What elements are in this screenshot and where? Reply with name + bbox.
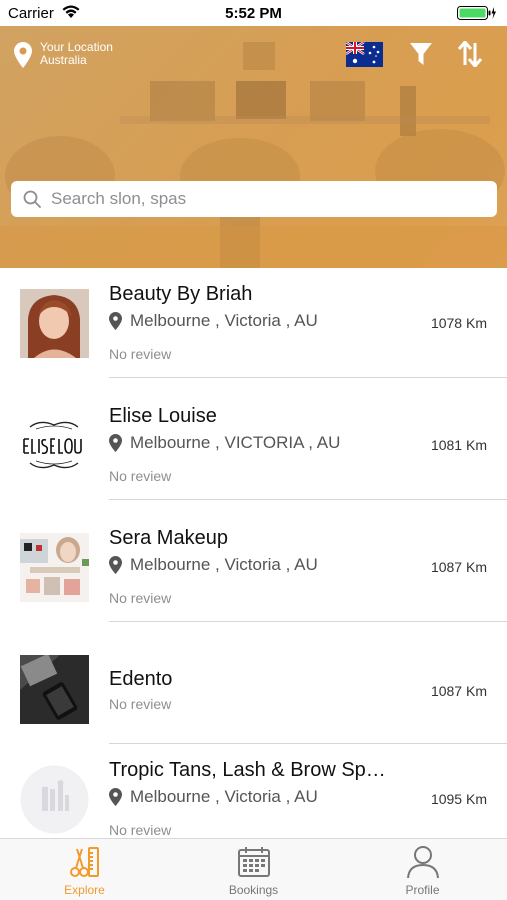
filter-icon[interactable]: [410, 42, 432, 66]
salon-distance: 1081 Km: [430, 437, 487, 453]
tab-label: Profile: [405, 883, 440, 897]
search-input[interactable]: [51, 189, 471, 209]
status-time: 5:52 PM: [225, 5, 282, 22]
location-pin-icon: [109, 788, 122, 806]
salon-thumbnail: [20, 289, 89, 358]
salon-location-text: Melbourne , VICTORIA , AU: [130, 433, 341, 452]
location-pin-icon: [109, 556, 122, 574]
salon-name[interactable]: Beauty By Briah: [109, 283, 252, 306]
tab-bar: Explore Bookings Profile: [0, 838, 507, 900]
salon-placeholder-thumbnail: [20, 765, 89, 834]
divider: [109, 621, 507, 622]
salon-distance: 1095 Km: [430, 791, 487, 807]
salon-list[interactable]: Beauty By Briah Melbourne , Victoria , A…: [0, 268, 507, 838]
person-icon: [406, 846, 439, 879]
tab-explore[interactable]: Explore: [0, 839, 169, 900]
location-pin-icon[interactable]: [14, 42, 32, 68]
calendar-icon: [237, 847, 270, 877]
salon-review: No review: [109, 590, 172, 606]
tab-label: Bookings: [228, 883, 279, 897]
salon-review: No review: [109, 822, 172, 838]
tab-bookings[interactable]: Bookings: [169, 839, 338, 900]
status-bar: Carrier 5:52 PM: [0, 0, 507, 26]
location-pin-icon: [109, 312, 122, 330]
tab-profile[interactable]: Profile: [338, 839, 507, 900]
salon-location-text: Melbourne , Victoria , AU: [130, 311, 318, 330]
location-value: Australia: [40, 53, 87, 67]
salon-location-text: Melbourne , Victoria , AU: [130, 555, 318, 574]
header-hero: Your Location Australia: [0, 26, 507, 268]
salon-name[interactable]: Edento: [109, 668, 172, 691]
divider: [109, 499, 507, 500]
search-bar[interactable]: [11, 181, 497, 217]
salon-distance: 1087 Km: [430, 559, 487, 575]
salon-name[interactable]: Tropic Tans, Lash & Brow Sp…: [109, 759, 386, 782]
sort-icon[interactable]: [458, 41, 482, 67]
tab-label: Explore: [64, 883, 105, 897]
search-icon: [23, 190, 41, 208]
salon-distance: 1087 Km: [430, 683, 487, 699]
location-selector[interactable]: Your Location Australia: [40, 41, 113, 67]
salon-thumbnail: [20, 533, 89, 602]
list-item[interactable]: Elise Louise Melbourne , VICTORIA , AU N…: [0, 390, 507, 512]
list-item[interactable]: Sera Makeup Melbourne , Victoria , AU No…: [0, 512, 507, 634]
salon-review: No review: [109, 346, 172, 362]
divider: [109, 377, 507, 378]
salon-location-text: Melbourne , Victoria , AU: [130, 787, 318, 806]
salon-thumbnail: [20, 411, 89, 480]
salon-name[interactable]: Sera Makeup: [109, 527, 228, 550]
salon-name[interactable]: Elise Louise: [109, 405, 217, 428]
scissors-comb-icon: [69, 847, 99, 877]
salon-location: Melbourne , Victoria , AU: [109, 787, 318, 807]
salon-review: No review: [109, 696, 172, 712]
list-item[interactable]: Edento No review 1087 Km: [0, 634, 507, 744]
salon-location: Melbourne , Victoria , AU: [109, 311, 318, 331]
list-item[interactable]: Beauty By Briah Melbourne , Victoria , A…: [0, 268, 507, 390]
battery-icon: [457, 6, 496, 20]
salon-location: Melbourne , Victoria , AU: [109, 555, 318, 575]
australia-flag-icon[interactable]: [346, 42, 383, 67]
location-pin-icon: [109, 434, 122, 452]
list-item[interactable]: Tropic Tans, Lash & Brow Sp… Melbourne ,…: [0, 744, 507, 838]
salon-distance: 1078 Km: [430, 315, 487, 331]
salon-thumbnail: [20, 655, 89, 724]
salon-review: No review: [109, 468, 172, 484]
salon-location: Melbourne , VICTORIA , AU: [109, 433, 340, 453]
